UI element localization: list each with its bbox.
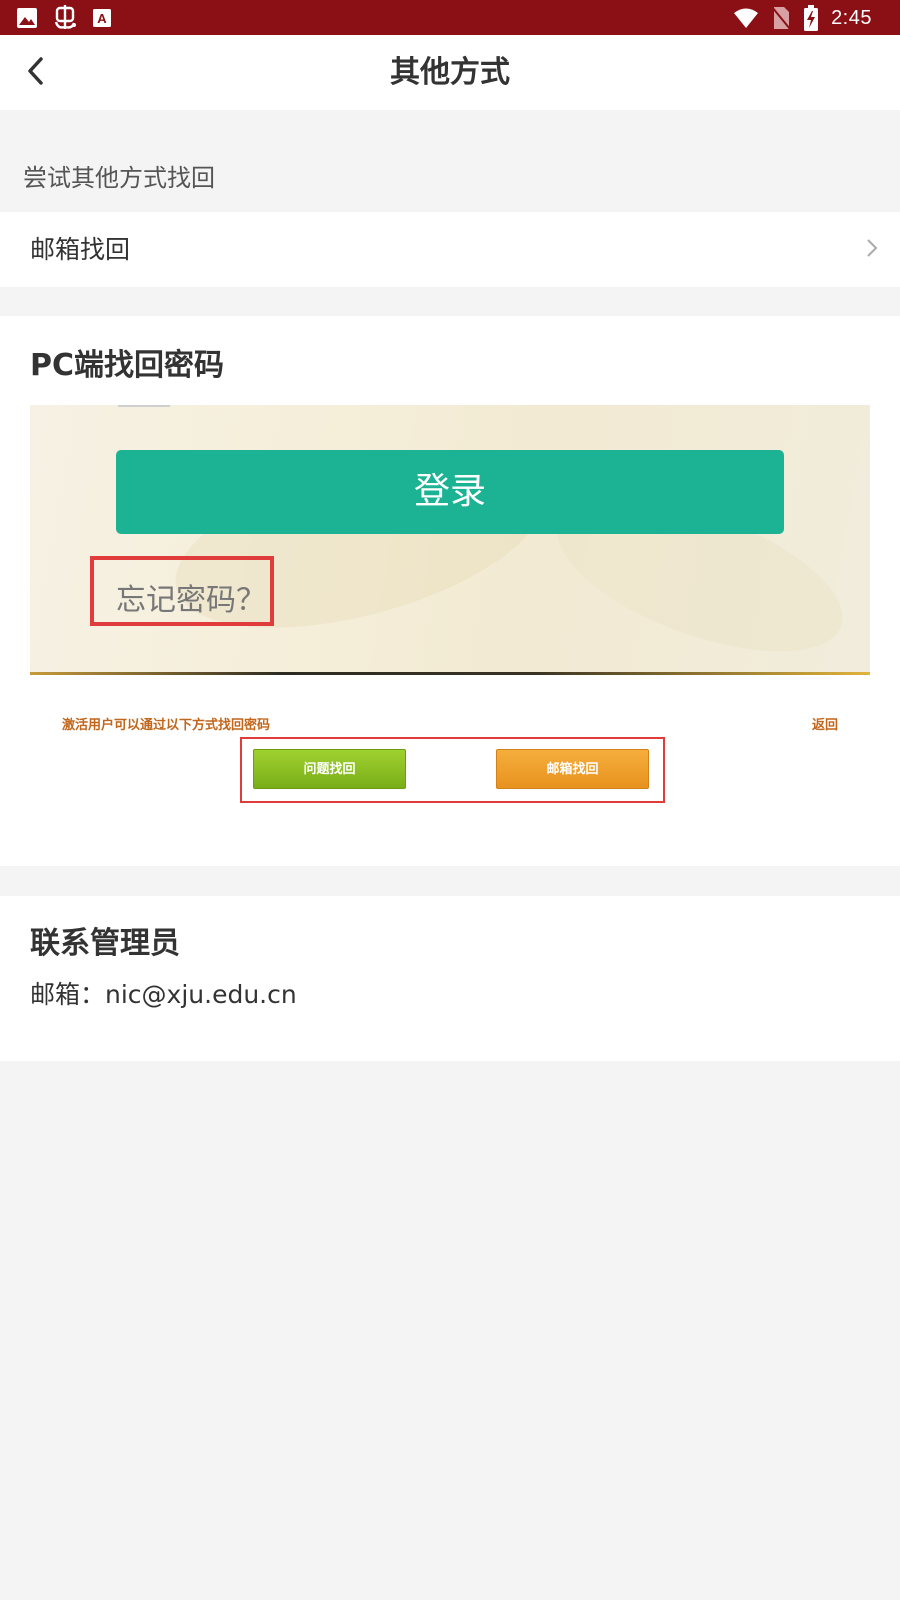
status-time: 2:45: [831, 6, 872, 29]
svg-text:A: A: [97, 11, 107, 26]
battery-charging-icon: [803, 5, 819, 31]
bug-icon: [52, 5, 78, 31]
page-title: 其他方式: [390, 55, 510, 90]
email-recovery-label: 邮箱找回: [30, 235, 131, 264]
no-sim-icon: [771, 6, 791, 30]
title-bar: 其他方式: [0, 35, 900, 110]
status-bar: A 2:45: [0, 0, 900, 35]
pc-recovery-card: PC端找回密码 登录 忘记密码？ 激活用户可以通过以下方式找回密码 返回 问题找…: [0, 316, 900, 866]
back-button[interactable]: [14, 49, 58, 93]
text-recognition-icon: A: [92, 8, 112, 28]
chevron-right-icon: [867, 239, 878, 257]
chevron-left-icon: [28, 57, 43, 85]
status-right-icons: 2:45: [721, 5, 872, 31]
screenshot-return-link: 返回: [812, 718, 839, 733]
login-screenshot-image: 登录 忘记密码？: [30, 405, 870, 675]
contact-admin-card: 联系管理员 邮箱：nic@xju.edu.cn: [0, 896, 900, 1061]
section-caption: 尝试其他方式找回: [23, 164, 215, 192]
screenshot-forgot-link: 忘记密码？: [116, 583, 266, 618]
pc-card-title: PC端找回密码: [30, 348, 225, 383]
email-recovery-row[interactable]: 邮箱找回: [0, 212, 900, 287]
screenshot-email-button: 邮箱找回: [496, 749, 649, 789]
screenshot-login-button: 登录: [116, 450, 784, 534]
screenshot-question-button: 问题找回: [253, 749, 406, 789]
status-left-icons: A: [16, 5, 126, 31]
wifi-icon: [733, 7, 759, 29]
image-icon: [16, 7, 38, 29]
contact-title: 联系管理员: [30, 926, 180, 961]
contact-email[interactable]: 邮箱：nic@xju.edu.cn: [30, 975, 297, 1011]
screenshot-hint-text: 激活用户可以通过以下方式找回密码: [62, 718, 271, 733]
